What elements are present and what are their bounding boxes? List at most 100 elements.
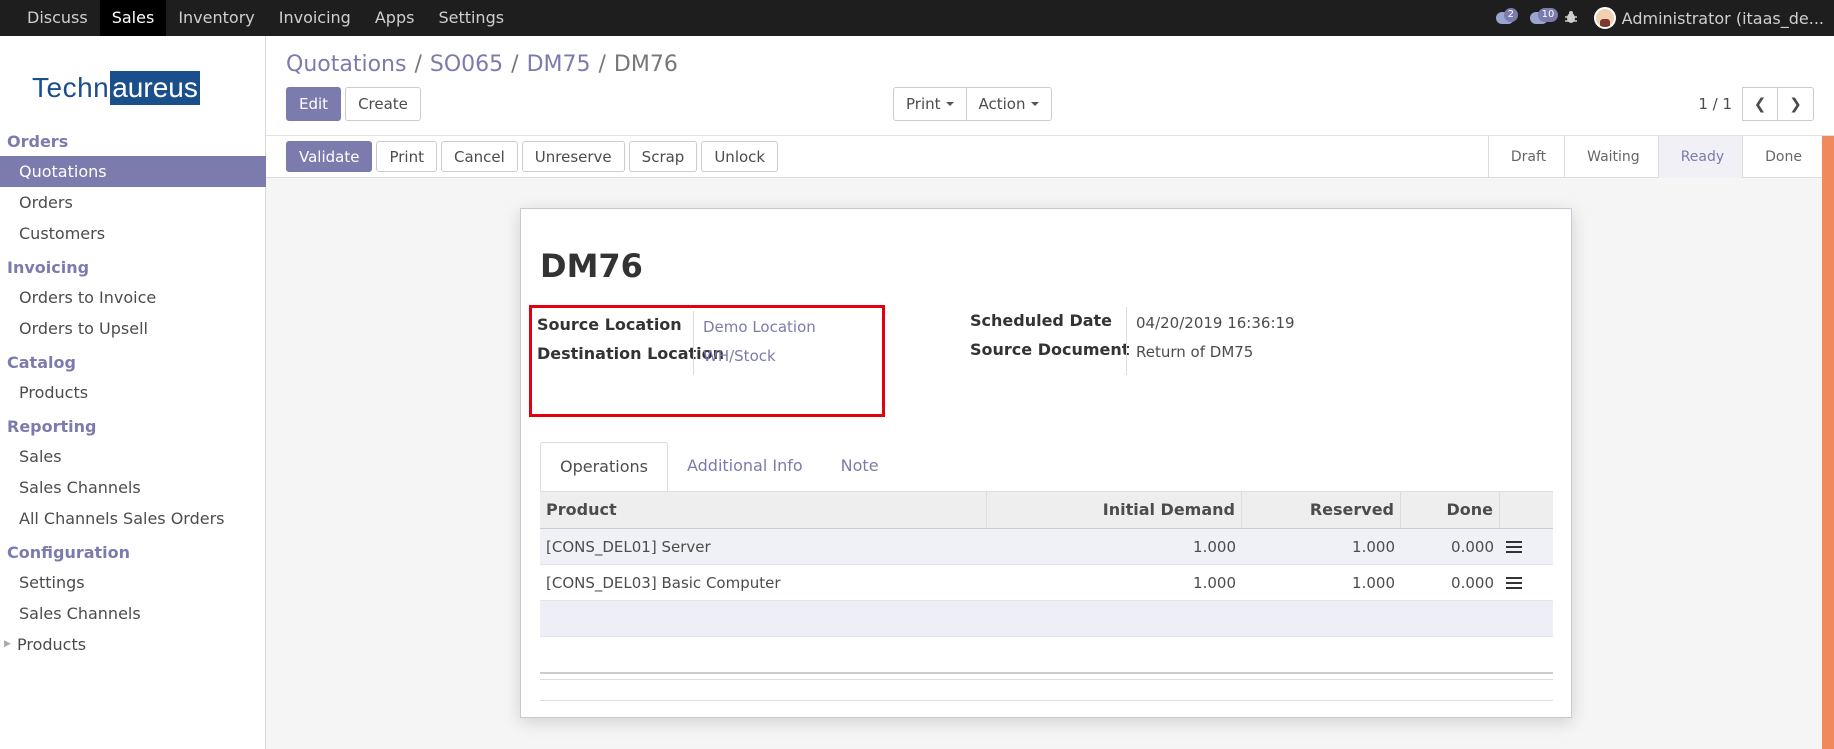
activity-icon[interactable]: 10 xyxy=(1529,8,1559,24)
sidebar-item-orders[interactable]: Orders xyxy=(0,187,266,218)
create-button[interactable]: Create xyxy=(345,87,421,121)
source-location-value[interactable]: Demo Location xyxy=(703,318,816,336)
bug-icon[interactable] xyxy=(1564,9,1578,28)
operations-table: Product Initial Demand Reserved Done [CO… xyxy=(540,492,1553,637)
chevron-right-icon: ❯ xyxy=(1789,95,1802,113)
tab-operations[interactable]: Operations xyxy=(540,442,668,492)
stage-draft: Draft xyxy=(1487,136,1564,178)
chat-icon[interactable]: 2 xyxy=(1495,8,1519,24)
row-product: [CONS_DEL03] Basic Computer xyxy=(546,574,781,592)
breadcrumb-so065[interactable]: SO065 xyxy=(430,52,503,77)
stage-indicator: Draft Waiting Ready Done xyxy=(1487,136,1820,178)
print-dropdown[interactable]: Print xyxy=(893,87,967,121)
sidebar-group-orders: Orders Quotations Orders Customers xyxy=(0,128,266,249)
user-menu[interactable]: Administrator (itaas_de... xyxy=(1593,7,1824,29)
pager-next-button[interactable]: ❯ xyxy=(1778,87,1814,121)
menu-sales[interactable]: Sales xyxy=(99,0,167,36)
action-buttons: Validate Print Cancel Unreserve Scrap Un… xyxy=(286,141,779,172)
app-menu: Discuss Sales Inventory Invoicing Apps S… xyxy=(0,0,516,36)
action-dropdown[interactable]: Action xyxy=(966,87,1052,121)
edit-button[interactable]: Edit xyxy=(286,87,342,121)
unlock-button[interactable]: Unlock xyxy=(701,141,779,172)
scheduled-date-value[interactable]: 04/20/2019 16:36:19 xyxy=(1136,314,1295,332)
sidebar-item-orders-to-invoice[interactable]: Orders to Invoice xyxy=(0,282,266,313)
column-done[interactable]: Done xyxy=(1401,492,1500,528)
row-product: [CONS_DEL01] Server xyxy=(546,538,711,556)
sidebar-heading-invoicing[interactable]: Invoicing xyxy=(0,254,266,282)
avatar xyxy=(1593,7,1616,29)
company-logo[interactable]: Techn aureus xyxy=(32,68,232,108)
destination-location-label: Destination Location xyxy=(537,344,725,363)
main-content: Quotations / SO065/ DM75/ DM76 Edit Creat… xyxy=(266,36,1834,749)
pager-value[interactable]: 1 / 1 xyxy=(1698,95,1732,113)
menu-settings[interactable]: Settings xyxy=(426,0,516,36)
validate-button[interactable]: Validate xyxy=(286,141,373,172)
sidebar-item-customers[interactable]: Customers xyxy=(0,218,266,249)
menu-apps[interactable]: Apps xyxy=(363,0,427,36)
sidebar-group-invoicing: Invoicing Orders to Invoice Orders to Up… xyxy=(0,254,266,344)
sidebar-heading-orders[interactable]: Orders xyxy=(0,128,266,156)
row-done: 0.000 xyxy=(1451,538,1494,556)
sidebar-item-settings[interactable]: Settings xyxy=(0,567,266,598)
pager: 1 / 1 ❮ ❯ xyxy=(1698,87,1814,121)
source-document-value[interactable]: Return of DM75 xyxy=(1136,343,1253,361)
column-product[interactable]: Product xyxy=(540,492,987,528)
menu-discuss[interactable]: Discuss xyxy=(15,0,100,36)
breadcrumb-dm75[interactable]: DM75 xyxy=(527,52,591,77)
sidebar-group-catalog: Catalog Products xyxy=(0,349,266,408)
scheduled-date-label: Scheduled Date xyxy=(970,311,1113,330)
pager-previous-button[interactable]: ❮ xyxy=(1742,87,1778,121)
sidebar-item-quotations[interactable]: Quotations xyxy=(0,156,266,187)
row-reserved: 1.000 xyxy=(1352,538,1395,556)
source-location-label: Source Location xyxy=(537,315,682,334)
user-name: Administrator (itaas_de... xyxy=(1621,8,1824,28)
form-sheet: DM76 Source Location Demo Location Desti… xyxy=(520,208,1572,718)
tab-note[interactable]: Note xyxy=(822,442,898,492)
menu-inventory[interactable]: Inventory xyxy=(166,0,266,36)
sidebar-group-configuration: Configuration Settings Sales Channels ▶ … xyxy=(0,539,266,660)
row-done: 0.000 xyxy=(1451,574,1494,592)
record-title: DM76 xyxy=(540,247,643,285)
column-initial-demand[interactable]: Initial Demand xyxy=(987,492,1242,528)
control-panel: Quotations / SO065/ DM75/ DM76 Edit Creat… xyxy=(266,36,1834,136)
row-reserved: 1.000 xyxy=(1352,574,1395,592)
notebook-tabs: Operations Additional Info Note xyxy=(540,442,898,492)
list-details-icon[interactable] xyxy=(1506,577,1522,589)
unreserve-button[interactable]: Unreserve xyxy=(521,141,625,172)
sidebar-item-all-channels-sales-orders[interactable]: All Channels Sales Orders xyxy=(0,503,266,534)
sidebar-item-sales-channels[interactable]: Sales Channels xyxy=(0,472,266,503)
sidebar-group-reporting: Reporting Sales Sales Channels All Chann… xyxy=(0,413,266,534)
sidebar-item-config-products[interactable]: ▶ Products xyxy=(0,629,266,660)
menu-invoicing[interactable]: Invoicing xyxy=(267,0,363,36)
print-button[interactable]: Print xyxy=(376,141,437,172)
tab-additional-info[interactable]: Additional Info xyxy=(668,442,822,492)
sidebar-item-config-sales-channels[interactable]: Sales Channels xyxy=(0,598,266,629)
destination-location-value[interactable]: WH/Stock xyxy=(703,347,776,365)
source-document-label: Source Document xyxy=(970,340,1130,359)
sidebar-item-sales[interactable]: Sales xyxy=(0,441,266,472)
activity-count-badge: 10 xyxy=(1537,8,1559,22)
empty-row xyxy=(540,601,1553,637)
breadcrumb-quotations[interactable]: Quotations xyxy=(286,52,406,77)
sidebar-actions: Print Action xyxy=(893,87,1052,121)
scrollbar[interactable] xyxy=(1822,136,1834,749)
field-divider-right xyxy=(1126,307,1127,375)
cancel-button[interactable]: Cancel xyxy=(440,141,518,172)
table-row[interactable]: [CONS_DEL01] Server 1.000 1.000 0.000 xyxy=(540,529,1553,565)
table-row[interactable]: [CONS_DEL03] Basic Computer 1.000 1.000 … xyxy=(540,565,1553,601)
field-divider xyxy=(693,311,694,375)
status-bar: Validate Print Cancel Unreserve Scrap Un… xyxy=(266,136,1834,178)
caret-right-icon: ▶ xyxy=(4,639,11,649)
chevron-left-icon: ❮ xyxy=(1753,95,1767,113)
row-initial-demand: 1.000 xyxy=(1193,538,1236,556)
chat-count-badge: 2 xyxy=(1503,8,1519,22)
column-reserved[interactable]: Reserved xyxy=(1242,492,1401,528)
sidebar-heading-configuration[interactable]: Configuration xyxy=(0,539,266,567)
sidebar-heading-catalog[interactable]: Catalog xyxy=(0,349,266,377)
sidebar-item-orders-to-upsell[interactable]: Orders to Upsell xyxy=(0,313,266,344)
sidebar-heading-reporting[interactable]: Reporting xyxy=(0,413,266,441)
top-navbar: Discuss Sales Inventory Invoicing Apps S… xyxy=(0,0,1834,36)
sidebar-item-products[interactable]: Products xyxy=(0,377,266,408)
list-details-icon[interactable] xyxy=(1506,541,1522,553)
scrap-button[interactable]: Scrap xyxy=(628,141,698,172)
